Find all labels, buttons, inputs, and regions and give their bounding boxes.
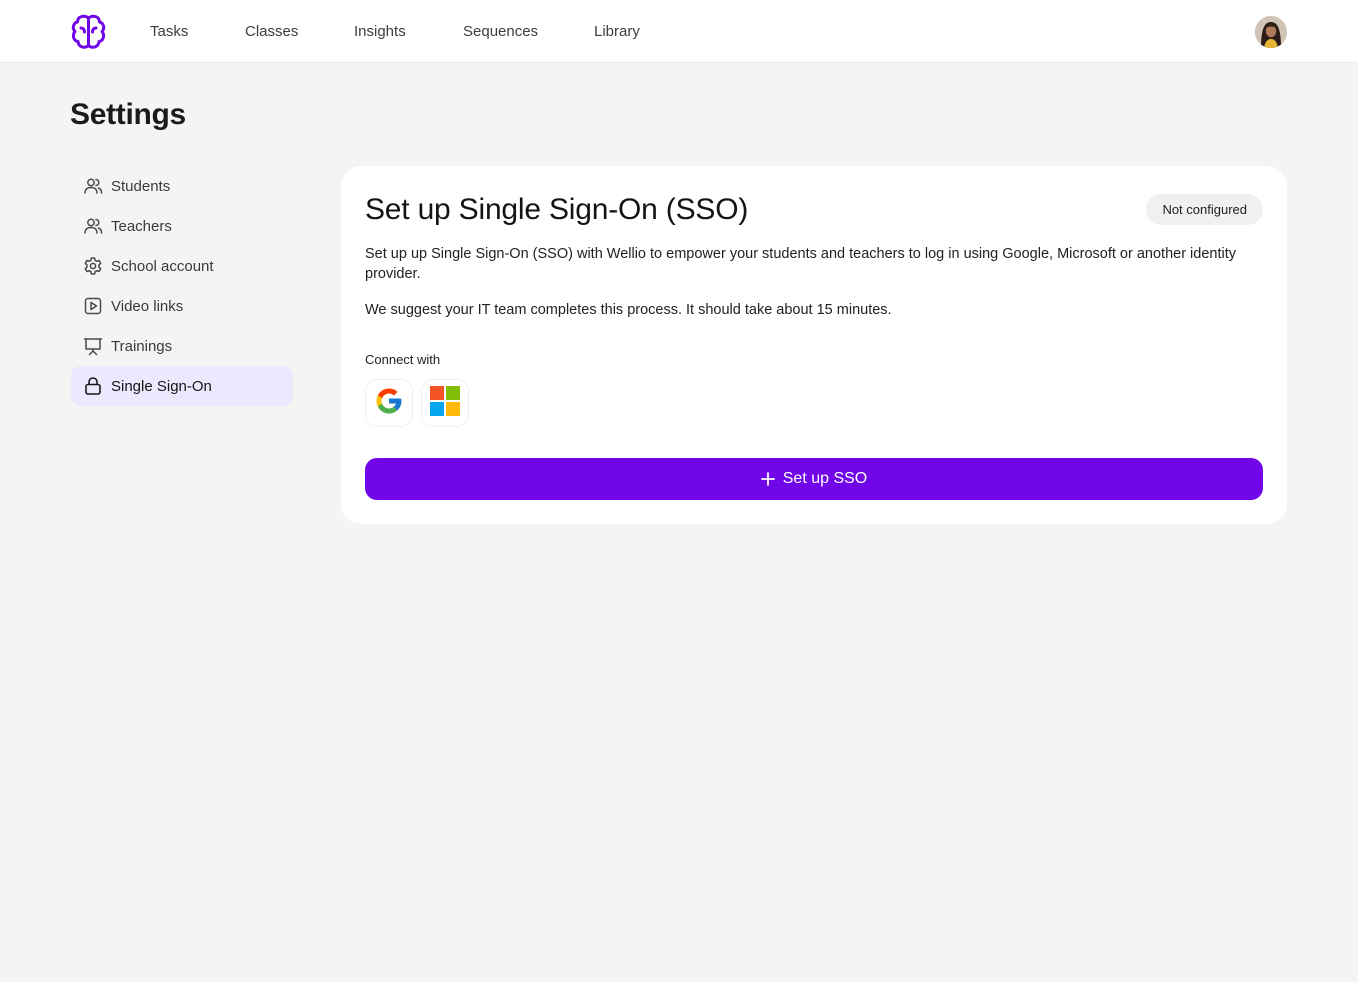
users-icon: [83, 216, 103, 236]
nav-sequences[interactable]: Sequences: [463, 23, 538, 41]
sidebar-item-label: Students: [111, 177, 171, 195]
avatar[interactable]: [1255, 16, 1287, 48]
microsoft-provider-button[interactable]: [421, 379, 469, 427]
sidebar-item-video-links[interactable]: Video links: [71, 286, 293, 326]
plus-icon: [760, 472, 775, 486]
google-icon: [374, 386, 404, 421]
brain-logo-icon[interactable]: [70, 14, 107, 50]
set-up-sso-button[interactable]: Set up SSO: [365, 458, 1263, 500]
sidebar-item-teachers[interactable]: Teachers: [71, 206, 293, 246]
gear-icon: [83, 256, 103, 276]
sidebar-item-trainings[interactable]: Trainings: [71, 326, 293, 366]
sso-description: Set up up Single Sign-On (SSO) with Well…: [365, 246, 1236, 282]
sidebar-item-students[interactable]: Students: [71, 166, 293, 206]
sidebar-item-single-sign-on[interactable]: Single Sign-On: [71, 366, 293, 406]
nav-library[interactable]: Library: [594, 23, 640, 41]
nav-classes[interactable]: Classes: [245, 23, 298, 41]
sidebar-item-label: Teachers: [111, 217, 172, 235]
nav-insights[interactable]: Insights: [354, 23, 406, 41]
sidebar-item-label: Single Sign-On: [111, 377, 212, 395]
sidebar-item-label: School account: [111, 257, 214, 275]
play-icon: [83, 296, 103, 316]
page-title: Settings: [70, 98, 186, 131]
set-up-sso-label: Set up SSO: [782, 470, 868, 487]
google-provider-button[interactable]: [365, 379, 413, 427]
lock-icon: [83, 376, 103, 396]
connect-with-label: Connect with: [365, 352, 441, 367]
sidebar-item-label: Video links: [111, 297, 184, 315]
nav-tasks[interactable]: Tasks: [150, 23, 188, 41]
sidebar-item-label: Trainings: [111, 337, 173, 355]
sidebar-item-school-account[interactable]: School account: [71, 246, 293, 286]
card-title: Set up Single Sign-On (SSO): [365, 193, 749, 226]
presentation-icon: [83, 336, 103, 356]
users-icon: [83, 176, 103, 196]
sso-card: Set up Single Sign-On (SSO) Not configur…: [341, 166, 1287, 524]
sso-note: We suggest your IT team completes this p…: [365, 302, 892, 318]
top-nav: Tasks Classes Insights Sequences Library: [0, 0, 1358, 63]
status-badge: Not configured: [1146, 194, 1263, 225]
microsoft-icon: [429, 385, 461, 422]
